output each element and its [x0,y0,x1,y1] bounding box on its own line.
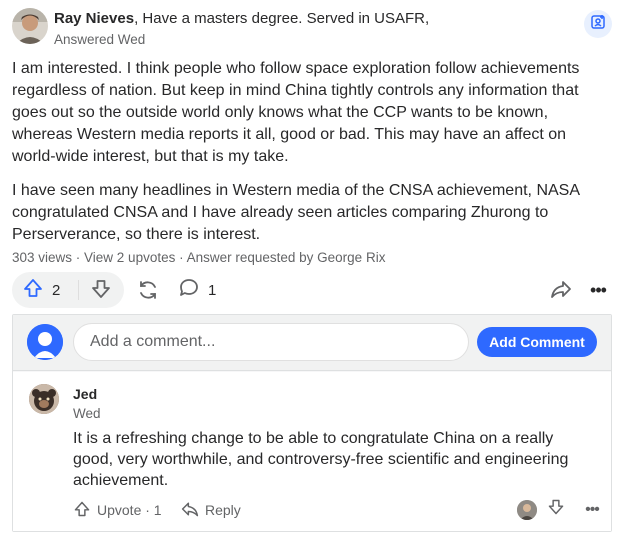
save-answer-button[interactable] [584,10,612,38]
comment-downvote-button[interactable] [547,498,571,522]
answer-header: Ray Nieves, Have a masters degree. Serve… [12,6,612,50]
reshare-icon [136,281,160,306]
vote-divider [78,280,79,300]
answer-body: I am interested. I think people who foll… [12,58,610,258]
answer-stats[interactable]: 303 views · View 2 upvotes · Answer requ… [12,250,385,265]
comment-upvote-button[interactable]: Upvote · 1 [73,498,162,522]
author-avatar[interactable] [12,8,48,44]
comment-count: 1 [208,281,217,299]
bookmark-person-icon [590,14,606,35]
comment-date: Wed [73,406,101,421]
arrow-up-icon [22,277,44,304]
author-line: Ray Nieves, Have a masters degree. Serve… [54,10,429,28]
answer-paragraph: I have seen many headlines in Western me… [12,182,580,243]
comment-button[interactable]: 1 [178,278,216,302]
reply-button[interactable]: Reply [181,498,241,522]
comment-text: It is a refreshing change to be able to … [73,430,569,489]
my-avatar [27,324,63,360]
downvote-button[interactable] [90,278,114,302]
author-name[interactable]: Ray Nieves [54,10,134,27]
more-icon[interactable]: ••• [581,498,603,522]
answer-actions: 2 1 ••• [12,272,612,308]
commenter-name[interactable]: Jed [73,386,97,402]
comment-input[interactable] [73,323,469,361]
reply-arrow-icon [181,500,199,521]
share-arrow-icon [550,281,572,304]
answered-date[interactable]: Answered Wed [54,32,145,47]
arrow-down-icon [90,280,112,304]
author-credential: , Have a masters degree. Served in USAFR… [134,10,430,27]
arrow-up-icon [73,500,91,521]
comment-upvote-label: Upvote · 1 [97,502,162,518]
answer-paragraph: I am interested. I think people who foll… [12,60,580,165]
comment-item: Jed Wed It is a refreshing change to be … [13,372,611,531]
comments-panel: Add Comment Jed Wed It is a refreshing c… [12,314,612,532]
vote-pill: 2 [12,272,124,308]
comment-composer: Add Comment [13,315,611,371]
add-comment-button[interactable]: Add Comment [477,327,597,357]
share-button[interactable] [550,278,574,302]
reply-label: Reply [205,502,241,518]
arrow-down-icon [547,499,565,520]
comment-actions: Upvote · 1 Reply ••• [73,498,603,522]
speech-bubble-icon [178,277,200,304]
reshare-button[interactable] [136,278,162,304]
upvote-button[interactable]: 2 [22,278,60,302]
more-icon[interactable]: ••• [586,278,610,302]
commenter-avatar[interactable] [29,384,59,414]
upvoter-avatar[interactable] [517,500,537,520]
upvote-count: 2 [52,281,61,299]
